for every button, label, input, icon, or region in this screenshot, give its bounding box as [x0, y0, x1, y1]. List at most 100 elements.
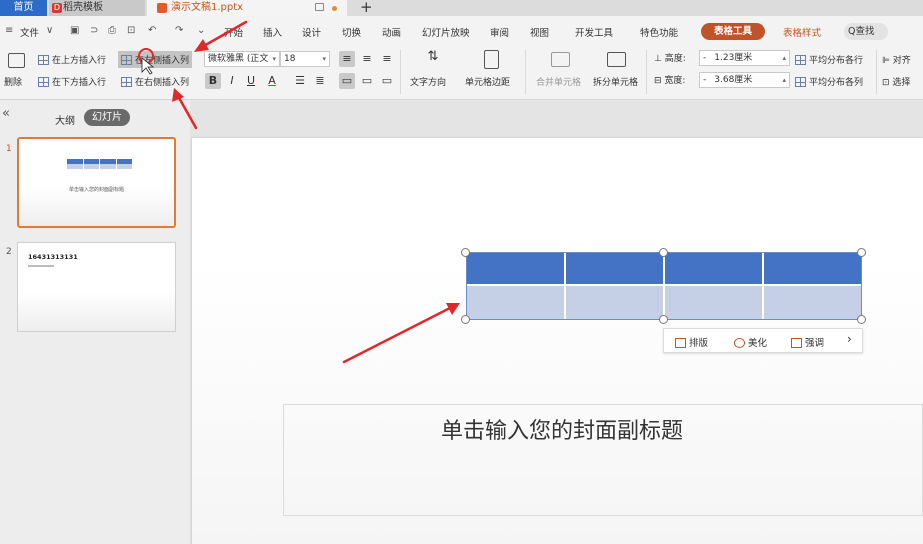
menu-insert[interactable]: 插入 — [263, 25, 282, 39]
align-icon: ⊫ — [882, 56, 893, 66]
split-cells-icon[interactable] — [607, 52, 626, 67]
list-icon[interactable]: ≣ — [312, 73, 328, 89]
line-spacing-icon[interactable]: ☰ — [292, 73, 308, 89]
bold-button[interactable]: B — [205, 73, 221, 89]
delete-button[interactable]: 删除 — [4, 75, 22, 88]
more-chevron-icon[interactable]: › — [847, 332, 852, 346]
slide-table[interactable] — [466, 252, 862, 320]
insert-column-right-button[interactable]: 在右侧插入列 — [121, 75, 189, 88]
search-button[interactable]: Q查找 — [844, 23, 888, 40]
menu-view[interactable]: 视图 — [530, 25, 549, 39]
hamburger-menu-icon[interactable]: ≡ — [5, 25, 13, 36]
layout-button[interactable]: 排版 — [675, 335, 708, 349]
align-button[interactable]: ⊫ 对齐 — [882, 53, 911, 66]
column-width-icon: ⊟ — [654, 76, 665, 86]
collapse-panel-icon[interactable]: « — [2, 106, 10, 121]
insert-column-left-icon — [121, 55, 132, 65]
distribute-rows-label: 平均分布各行 — [809, 56, 864, 66]
file-menu[interactable]: 文件 — [20, 25, 39, 39]
insert-column-left-button[interactable]: 在左侧插入列 — [118, 51, 193, 68]
align-center-button[interactable]: ≡ — [359, 51, 375, 67]
table-delete-icon[interactable] — [8, 53, 25, 68]
table-cell[interactable] — [665, 286, 764, 319]
table-cell[interactable] — [467, 253, 566, 284]
italic-button[interactable]: I — [224, 73, 240, 89]
menu-slideshow[interactable]: 幻灯片放映 — [422, 25, 470, 39]
tab-template[interactable]: D 稻壳模板 — [49, 0, 145, 16]
distribute-rows-icon — [795, 55, 806, 65]
valign-bottom-button[interactable]: ▭ — [379, 73, 395, 89]
menu-home[interactable]: 开始 — [224, 25, 243, 39]
menu-special[interactable]: 特色功能 — [640, 25, 678, 39]
underline-button[interactable]: U — [243, 73, 259, 89]
resize-handle[interactable] — [857, 315, 866, 324]
table-cell[interactable] — [665, 253, 764, 284]
table-cell[interactable] — [764, 253, 861, 284]
align-left-button[interactable]: ≡ — [339, 51, 355, 67]
tab-document[interactable]: 演示文稿1.pptx — [147, 0, 347, 16]
align-right-button[interactable]: ≡ — [379, 51, 395, 67]
save-icon[interactable]: ▣ — [70, 25, 79, 36]
insert-row-below-button[interactable]: 在下方插入行 — [38, 75, 106, 88]
tab-table-style[interactable]: 表格样式 — [783, 25, 821, 39]
split-cells-button[interactable]: 拆分单元格 — [593, 75, 638, 88]
table-cell[interactable] — [467, 286, 566, 319]
font-color-button[interactable]: A — [264, 73, 280, 89]
width-input[interactable]: -3.68厘米 ▴ — [699, 72, 790, 88]
redo-icon[interactable]: ↷ — [175, 25, 183, 36]
new-tab-button[interactable]: + — [360, 0, 373, 16]
print-preview-icon[interactable]: ⊡ — [127, 25, 135, 36]
insert-row-above-button[interactable]: 在上方插入行 — [38, 53, 106, 66]
select-button[interactable]: ⊡ 选择 — [882, 75, 910, 88]
distribute-cols-button[interactable]: 平均分布各列 — [795, 75, 863, 88]
decrement-icon: - — [703, 53, 707, 63]
valign-top-button[interactable]: ▭ — [339, 73, 355, 89]
layout-icon — [675, 338, 686, 348]
distribute-rows-button[interactable]: 平均分布各行 — [795, 53, 863, 66]
menu-developer[interactable]: 开发工具 — [575, 25, 613, 39]
menu-transition[interactable]: 切换 — [342, 25, 361, 39]
slide-thumbnail-2[interactable]: 16431313131 — [17, 242, 176, 332]
window-tab-bar: 首页 D 稻壳模板 演示文稿1.pptx + — [0, 0, 923, 16]
chevron-down-icon[interactable]: ∨ — [46, 25, 53, 36]
undo-icon[interactable]: ↶ — [148, 25, 156, 36]
text-direction-button[interactable]: 文字方向 — [410, 75, 446, 88]
emphasize-button[interactable]: 强调 — [791, 335, 824, 349]
insert-column-left-label: 在左侧插入列 — [135, 56, 190, 66]
tab-outline[interactable]: 大纲 — [55, 112, 75, 127]
subtitle-placeholder[interactable]: 单击输入您的封面副标题 — [283, 404, 923, 516]
slide-canvas[interactable]: 排版 美化 强调 › 单击输入您的封面副标题 — [192, 138, 923, 544]
resize-handle[interactable] — [659, 315, 668, 324]
resize-handle[interactable] — [461, 315, 470, 324]
cell-margin-button[interactable]: 单元格边距 — [465, 75, 510, 88]
divider — [876, 50, 877, 94]
beautify-button[interactable]: 美化 — [734, 335, 767, 349]
menu-review[interactable]: 审阅 — [490, 25, 509, 39]
valign-middle-button[interactable]: ▭ — [359, 73, 375, 89]
font-size-select[interactable]: 18 ▾ — [280, 51, 330, 67]
tab-home[interactable]: 首页 — [0, 0, 47, 16]
more-quick-access-icon[interactable]: ⌄ — [197, 25, 205, 36]
menu-design[interactable]: 设计 — [302, 25, 321, 39]
print-icon[interactable]: ⎙ — [108, 25, 116, 36]
resize-handle[interactable] — [461, 248, 470, 257]
export-icon[interactable]: ⊃ — [90, 25, 98, 36]
table-cell[interactable] — [764, 286, 861, 319]
cell-margin-icon[interactable] — [484, 50, 499, 69]
height-input[interactable]: -1.23厘米 ▴ — [699, 50, 790, 66]
table-cell[interactable] — [566, 253, 665, 284]
resize-handle[interactable] — [857, 248, 866, 257]
tab-slides[interactable]: 幻灯片 — [84, 109, 130, 126]
resize-handle[interactable] — [659, 248, 668, 257]
menu-animation[interactable]: 动画 — [382, 25, 401, 39]
width-label-text: 宽度: — [664, 76, 686, 86]
screen-icon[interactable] — [315, 3, 324, 11]
text-direction-icon[interactable]: ⇅ — [424, 49, 442, 69]
unsaved-dot-icon — [332, 6, 337, 11]
tab-table-tools[interactable]: 表格工具 — [701, 23, 765, 40]
slide-number: 1 — [6, 144, 12, 154]
table-cell[interactable] — [566, 286, 665, 319]
font-name-select[interactable]: 微软雅黑 (正文 ▾ — [204, 51, 280, 67]
slide-thumbnail-1[interactable]: 单击输入您的封面副标题 — [17, 137, 176, 228]
stepper-icon: ▴ — [782, 76, 786, 84]
